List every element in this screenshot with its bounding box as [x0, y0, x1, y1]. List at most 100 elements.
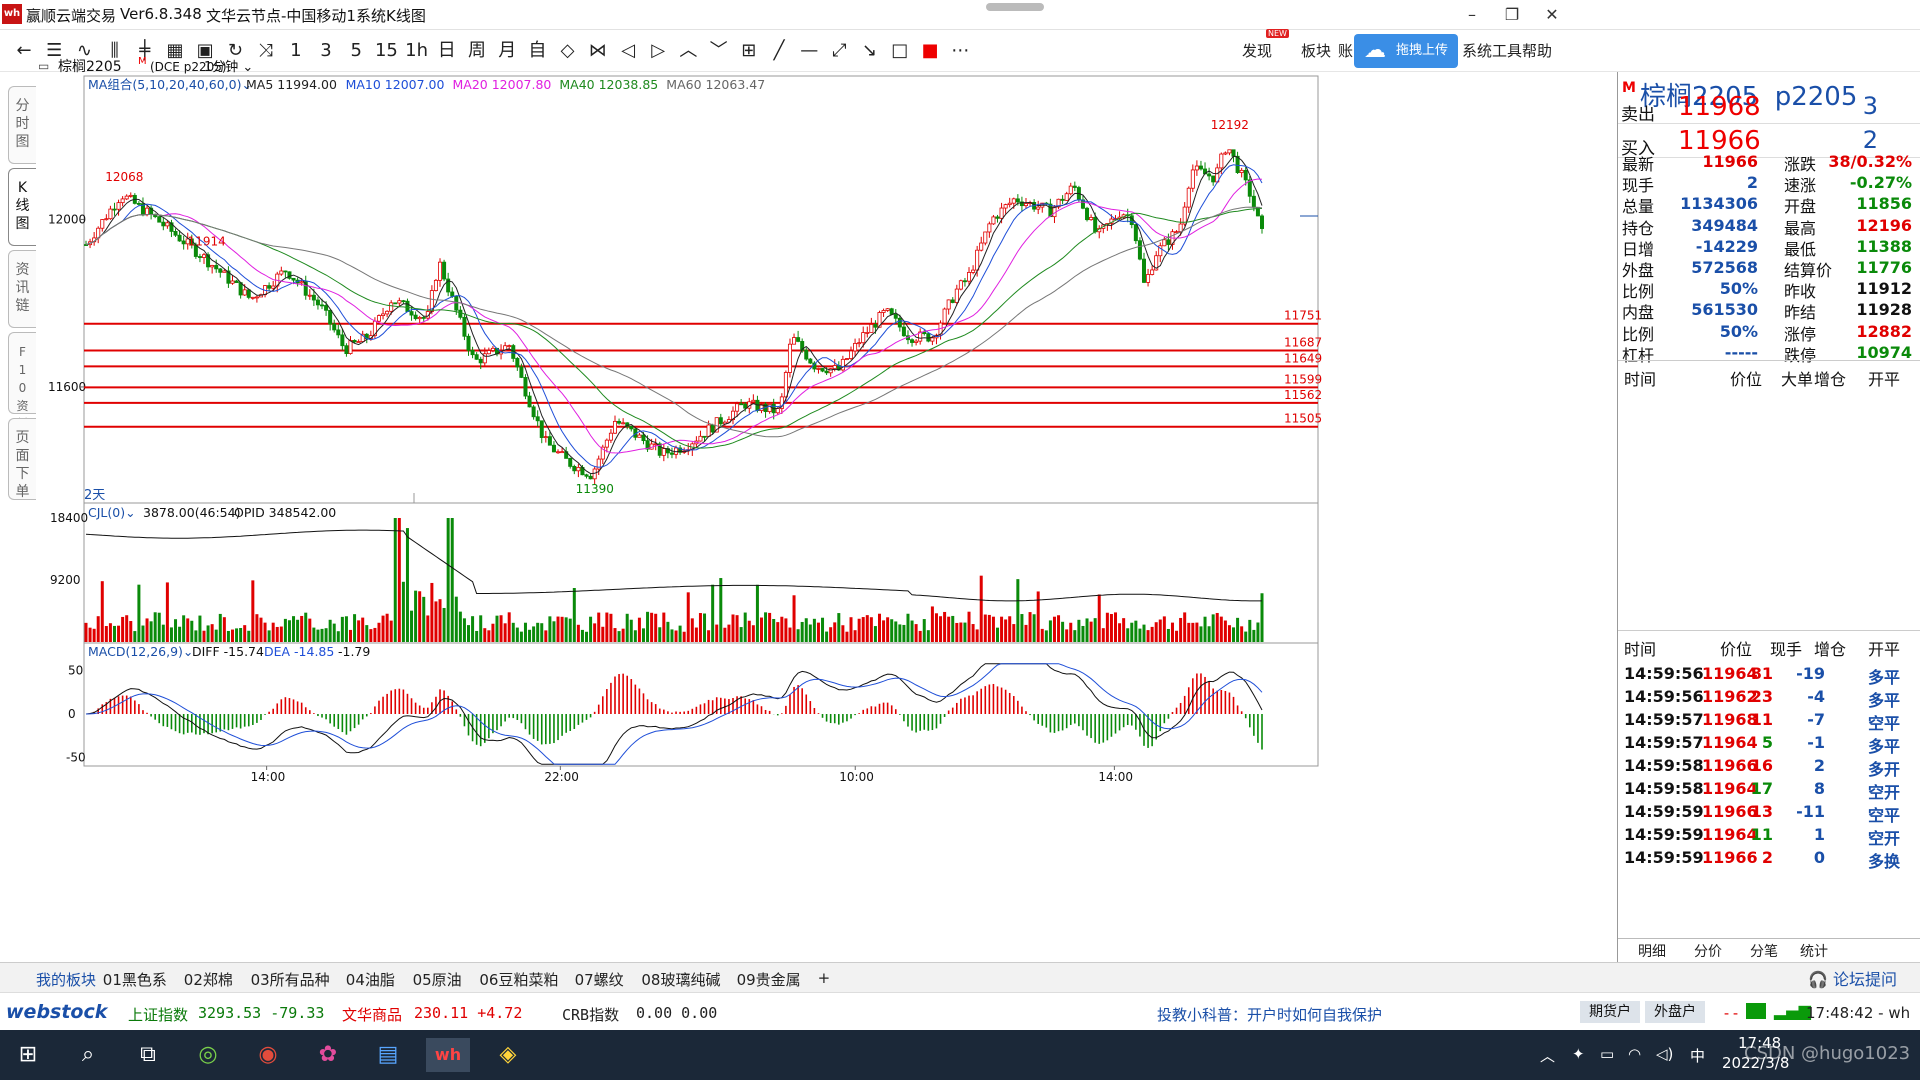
python-icon[interactable]: ◈ — [486, 1038, 530, 1072]
ma-line-40 — [85, 208, 1262, 449]
candle-body — [608, 432, 613, 441]
tab-by-price[interactable]: 分价 — [1694, 941, 1722, 961]
candle-body — [808, 358, 813, 364]
volume-bar — [377, 622, 381, 642]
volume-bar — [414, 590, 418, 642]
chrome-icon[interactable]: ◉ — [246, 1038, 290, 1072]
sector-tab-2[interactable]: 02郑棉 — [184, 969, 233, 990]
task-view-icon[interactable]: ⧉ — [126, 1038, 170, 1072]
candle-body — [352, 340, 357, 343]
sh-index-label[interactable]: 上证指数 — [128, 1004, 188, 1025]
volume-bar — [190, 620, 194, 642]
tick-inc: -7 — [1807, 710, 1825, 729]
volume-bar — [279, 626, 283, 642]
candle-body — [1093, 216, 1098, 233]
battery-icon[interactable]: ▭ — [1600, 1045, 1614, 1063]
volume-icon[interactable]: ◁) — [1656, 1045, 1673, 1063]
crb-index-label[interactable]: CRB指数 — [562, 1004, 619, 1025]
time-tick: 14:00 — [251, 770, 286, 784]
candle-body — [971, 269, 976, 273]
volume-bar — [430, 582, 434, 642]
app4-icon[interactable]: ▤ — [366, 1038, 410, 1072]
tick-time: 14:59:56 — [1624, 664, 1704, 683]
wifi-icon[interactable]: ◠ — [1628, 1045, 1641, 1063]
volume-bar — [129, 621, 133, 642]
detail-tabs: 明细 分价 分笔 统计 — [1618, 938, 1920, 962]
volume-bar — [426, 615, 430, 642]
tray-app-icon[interactable]: ✦ — [1572, 1045, 1585, 1063]
tab-detail[interactable]: 明细 — [1638, 941, 1666, 961]
sector-tab-6[interactable]: 06豆粕菜粕 — [479, 969, 558, 990]
volume-bar — [723, 627, 727, 642]
tab-stats[interactable]: 统计 — [1800, 941, 1828, 961]
volume-bar — [703, 613, 707, 642]
tick-hand: 17 — [1750, 779, 1773, 798]
app1-icon[interactable]: ◎ — [186, 1038, 230, 1072]
volume-bar — [568, 618, 572, 642]
volume-bar — [1012, 624, 1016, 642]
candle-body — [250, 296, 255, 299]
candle-body — [889, 308, 894, 315]
candle-body — [1260, 215, 1265, 229]
kline-chart[interactable]: 棕榈2205 M (DCE p2205)1分钟 ⌄▭MA组合(5,10,20,40,… — [0, 0, 1617, 962]
candle-body — [844, 358, 849, 360]
volume-bar — [515, 627, 519, 642]
sector-tab-7[interactable]: 07螺纹 — [575, 969, 624, 990]
sector-tab-0[interactable]: 我的板块 — [36, 969, 96, 990]
futures-account-button[interactable]: 期货户 — [1580, 1001, 1640, 1023]
sector-tab-10[interactable]: + — [818, 969, 831, 987]
tick-row[interactable]: 14:59:59 11966 2 0 多换 — [1618, 844, 1920, 872]
tick-price: 11962 — [1702, 687, 1758, 706]
app3-icon[interactable]: ✿ — [306, 1038, 350, 1072]
tick-price: 11966 — [1702, 756, 1758, 775]
volume-bar — [1130, 622, 1134, 642]
macd-dea: DEA -14.85 — [264, 644, 334, 659]
candle-body — [1198, 165, 1203, 170]
tray-up-icon[interactable]: ︿ — [1540, 1045, 1555, 1066]
volume-bar — [853, 630, 857, 642]
candle-body — [958, 280, 963, 290]
candle-body — [1166, 239, 1171, 245]
ime-indicator[interactable]: 中 — [1690, 1045, 1705, 1066]
foreign-account-button[interactable]: 外盘户 — [1645, 1001, 1705, 1023]
tick-time: 14:59:59 — [1624, 825, 1704, 844]
volume-bar — [629, 619, 633, 642]
col-time2: 时间 — [1624, 640, 1657, 659]
sector-tab-1[interactable]: 01黑色系 — [103, 969, 167, 990]
volume-bar — [751, 625, 755, 642]
volume-bar — [1052, 616, 1056, 642]
volume-bar — [373, 627, 377, 642]
candle-body — [576, 466, 581, 472]
wh-index-label[interactable]: 文华商品 — [342, 1004, 402, 1025]
sector-tab-5[interactable]: 05原油 — [413, 969, 462, 990]
candle-body — [1129, 215, 1134, 226]
candle-body — [340, 334, 345, 347]
forum-link[interactable]: 🎧 论坛提问 — [1808, 966, 1897, 990]
volume-bar — [462, 618, 466, 642]
candle-body — [1182, 206, 1187, 225]
volume-bar — [1191, 622, 1195, 642]
volume-bar — [1142, 624, 1146, 642]
search-icon[interactable]: ⌕ — [66, 1038, 110, 1072]
candle-body — [629, 425, 634, 430]
volume-bar — [218, 613, 222, 642]
candle-body — [116, 202, 121, 210]
sector-tab-8[interactable]: 08玻璃纯碱 — [641, 969, 720, 990]
windows-start-icon[interactable]: ⊞ — [6, 1038, 50, 1072]
wenhua-app-icon[interactable]: wh — [426, 1038, 470, 1072]
candle-body — [572, 466, 577, 472]
edu-tip-link[interactable]: 投教小科普：开户时如何自我保护 — [1157, 1004, 1382, 1025]
volume-bar — [287, 620, 291, 642]
tick-time: 14:59:59 — [1624, 848, 1704, 867]
volume-bar — [125, 615, 129, 642]
tab-by-trade[interactable]: 分笔 — [1750, 941, 1778, 961]
sector-tab-4[interactable]: 04油脂 — [346, 969, 395, 990]
volume-bar — [987, 614, 991, 642]
volume-bar — [576, 624, 580, 642]
wh-index-value: 230.11 +4.72 — [414, 1004, 523, 1022]
candle-body — [161, 221, 166, 227]
sector-tab-3[interactable]: 03所有品种 — [251, 969, 330, 990]
candle-body — [881, 310, 886, 313]
candle-body — [246, 289, 251, 298]
sector-tab-9[interactable]: 09贵金属 — [737, 969, 801, 990]
